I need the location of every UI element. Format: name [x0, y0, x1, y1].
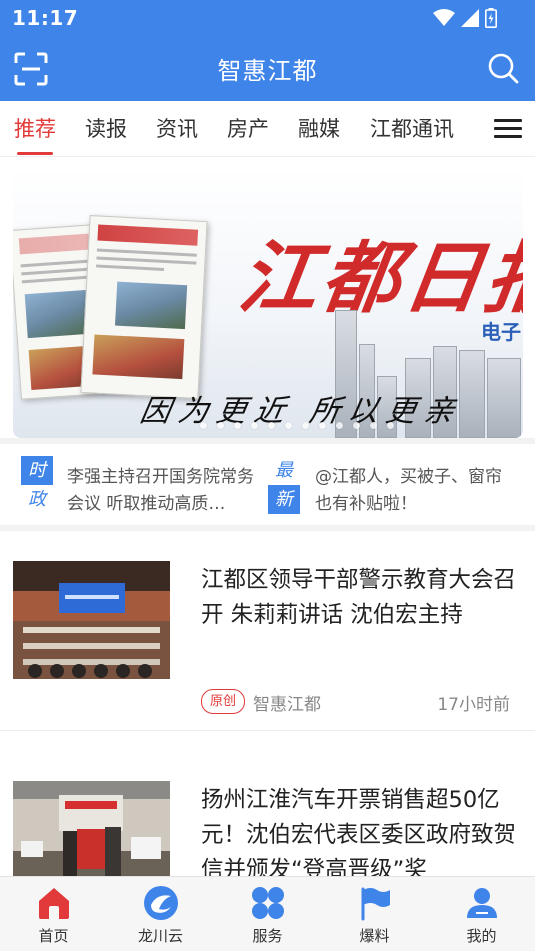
headline-strip: 时 政 李强主持召开国务院常务会议 听取推动高质… 最 新 @江都人，买被子、窗… [0, 444, 535, 525]
headline-text[interactable]: 李强主持召开国务院常务会议 听取推动高质… [67, 464, 264, 518]
nav-tip-off[interactable]: 爆料 [321, 877, 428, 951]
article-title: 扬州江淮汽车开票销售超50亿元！沈伯宏代表区委区政府致贺信并颁发“登高晋级”奖 [201, 787, 517, 877]
article-thumbnail [13, 561, 170, 679]
hamburger-menu-icon[interactable] [494, 119, 522, 139]
nav-label: 首页 [38, 927, 69, 945]
carousel-dots [200, 422, 394, 429]
longchuan-cloud-icon [144, 886, 178, 920]
nav-longchuan-cloud[interactable]: 龙川云 [107, 877, 214, 951]
flag-icon [361, 887, 390, 921]
search-button[interactable] [487, 52, 519, 84]
nav-services[interactable]: 服务 [214, 877, 321, 951]
article-item[interactable]: 扬州江淮汽车开票销售超50亿元！沈伯宏代表区委区政府致贺信并颁发“登高晋级”奖 [0, 731, 535, 899]
header: 11:17 智惠江都 [0, 0, 535, 101]
status-bar: 11:17 [0, 0, 535, 36]
banner-masthead: 江都日报 [233, 233, 523, 324]
home-icon [39, 888, 69, 919]
tab-jiangdu-tongxun[interactable]: 江都通讯 [370, 113, 454, 143]
signal-icon [461, 9, 479, 27]
category-tabs: 推荐 读报 资讯 房产 融媒 江都通讯 [0, 101, 535, 157]
latest-badge: 最 新 [268, 456, 300, 514]
search-icon [488, 53, 519, 84]
nav-home[interactable]: 首页 [0, 877, 107, 951]
banner-edition-label: 电子 [481, 320, 521, 344]
current-affairs-badge: 时 政 [21, 456, 53, 514]
app-screen: 11:17 智惠江都 推荐 读报 资讯 房产 融媒 江都通讯 江都日报 电子 因… [0, 0, 535, 951]
nav-label: 龙川云 [137, 927, 183, 945]
status-time: 11:17 [12, 6, 79, 30]
newspaper-front-page-image [80, 215, 208, 399]
original-tag: 原创 [201, 689, 245, 714]
nav-label: 我的 [466, 927, 497, 945]
battery-icon [485, 8, 497, 28]
app-bar: 智惠江都 [0, 36, 535, 101]
nav-profile[interactable]: 我的 [428, 877, 535, 951]
article-title: 江都区领导干部警示教育大会召开 朱莉莉讲话 沈伯宏主持 [201, 567, 517, 628]
tab-realestate[interactable]: 房产 [227, 113, 269, 143]
bottom-navigation: 首页 龙川云 服务 爆料 我的 [0, 876, 535, 951]
tab-media[interactable]: 融媒 [298, 113, 340, 143]
services-icon [252, 887, 284, 919]
banner-carousel[interactable]: 江都日报 电子 因为更近 所以更亲 [13, 168, 523, 438]
tab-news[interactable]: 资讯 [156, 113, 198, 143]
article-time: 17小时前 [437, 695, 510, 715]
tab-newspaper[interactable]: 读报 [85, 113, 127, 143]
headline-text[interactable]: @江都人，买被子、窗帘也有补贴啦！ [315, 464, 515, 518]
app-title: 智惠江都 [217, 57, 318, 85]
nav-label: 服务 [252, 927, 283, 945]
status-icons [433, 8, 497, 28]
nav-label: 爆料 [359, 927, 390, 945]
article-source: 智惠江都 [253, 695, 321, 715]
active-tab-indicator [17, 152, 53, 155]
tab-recommend[interactable]: 推荐 [14, 113, 56, 143]
wifi-icon [433, 9, 455, 26]
profile-icon [467, 888, 497, 918]
